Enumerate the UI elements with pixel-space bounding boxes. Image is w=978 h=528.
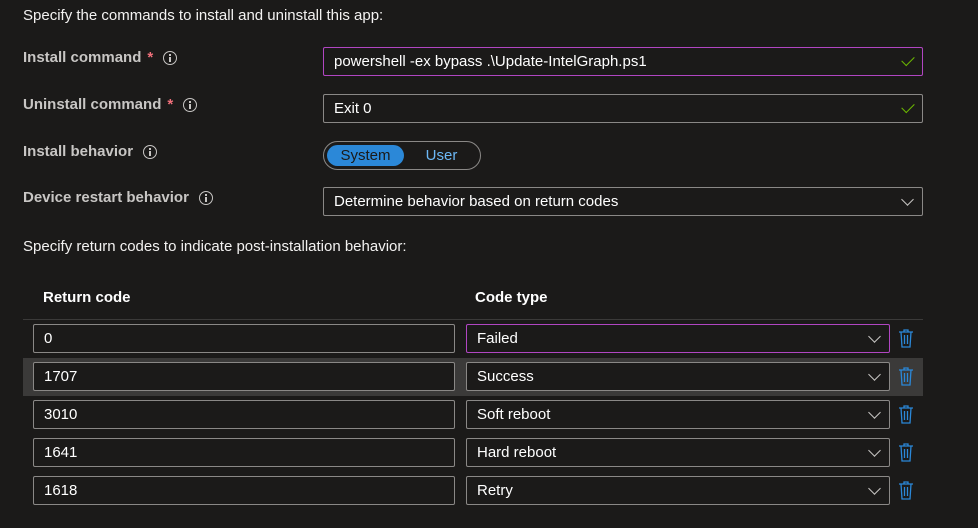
- trash-icon[interactable]: [898, 480, 914, 500]
- return-codes-intro: Specify return codes to indicate post-in…: [23, 238, 407, 255]
- section-intro: Specify the commands to install and unin…: [23, 7, 384, 24]
- restart-behavior-label: Device restart behavior: [23, 189, 213, 206]
- install-command-input[interactable]: powershell -ex bypass .\Update-IntelGrap…: [323, 47, 923, 76]
- code-type-value: Success: [477, 368, 534, 385]
- uninstall-command-value: Exit 0: [334, 100, 372, 117]
- info-icon[interactable]: [198, 190, 213, 205]
- code-type-value: Retry: [477, 482, 513, 499]
- install-behavior-label-text: Install behavior: [23, 143, 134, 160]
- chevron-down-icon: [868, 329, 881, 343]
- info-icon[interactable]: [183, 97, 198, 112]
- return-code-input[interactable]: 1707: [33, 362, 455, 391]
- trash-icon[interactable]: [898, 442, 914, 462]
- return-code-value: 1641: [44, 444, 78, 461]
- install-behavior-label: Install behavior: [23, 143, 158, 160]
- return-code-input[interactable]: 3010: [33, 400, 455, 429]
- trash-icon[interactable]: [898, 366, 914, 386]
- code-type-value: Hard reboot: [477, 444, 557, 461]
- return-code-value: 0: [44, 330, 53, 347]
- option-system[interactable]: System: [327, 145, 404, 166]
- install-command-value: powershell -ex bypass .\Update-IntelGrap…: [334, 53, 647, 70]
- return-code-input[interactable]: 0: [33, 324, 455, 353]
- return-code-value: 1618: [44, 482, 78, 499]
- restart-behavior-label-text: Device restart behavior: [23, 189, 189, 206]
- install-command-label: Install command *: [23, 49, 178, 66]
- column-header-return-code: Return code: [43, 289, 131, 306]
- checkmark-icon: [901, 99, 915, 113]
- return-code-value: 3010: [44, 406, 78, 423]
- uninstall-command-label-text: Uninstall command: [23, 96, 162, 113]
- uninstall-command-label: Uninstall command *: [23, 96, 198, 113]
- code-type-dropdown[interactable]: Hard reboot: [466, 438, 890, 467]
- code-type-dropdown[interactable]: Failed: [466, 324, 890, 353]
- chevron-down-icon: [868, 443, 881, 457]
- trash-icon[interactable]: [898, 404, 914, 424]
- chevron-down-icon: [901, 192, 914, 206]
- code-type-value: Failed: [477, 330, 518, 347]
- restart-behavior-value: Determine behavior based on return codes: [334, 193, 619, 210]
- return-code-value: 1707: [44, 368, 78, 385]
- return-code-input[interactable]: 1618: [33, 476, 455, 505]
- required-asterisk: *: [167, 96, 174, 113]
- column-header-code-type: Code type: [475, 289, 548, 306]
- chevron-down-icon: [868, 481, 881, 495]
- info-icon[interactable]: [163, 50, 178, 65]
- table-divider: [23, 319, 923, 320]
- option-user[interactable]: User: [404, 145, 479, 166]
- install-command-label-text: Install command: [23, 49, 142, 66]
- install-behavior-toggle[interactable]: System User: [323, 141, 481, 170]
- checkmark-icon: [901, 52, 915, 66]
- code-type-dropdown[interactable]: Soft reboot: [466, 400, 890, 429]
- restart-behavior-dropdown[interactable]: Determine behavior based on return codes: [323, 187, 923, 216]
- code-type-value: Soft reboot: [477, 406, 551, 423]
- code-type-dropdown[interactable]: Success: [466, 362, 890, 391]
- return-code-input[interactable]: 1641: [33, 438, 455, 467]
- trash-icon[interactable]: [898, 328, 914, 348]
- code-type-dropdown[interactable]: Retry: [466, 476, 890, 505]
- uninstall-command-input[interactable]: Exit 0: [323, 94, 923, 123]
- chevron-down-icon: [868, 367, 881, 381]
- chevron-down-icon: [868, 405, 881, 419]
- info-icon[interactable]: [143, 144, 158, 159]
- required-asterisk: *: [147, 49, 154, 66]
